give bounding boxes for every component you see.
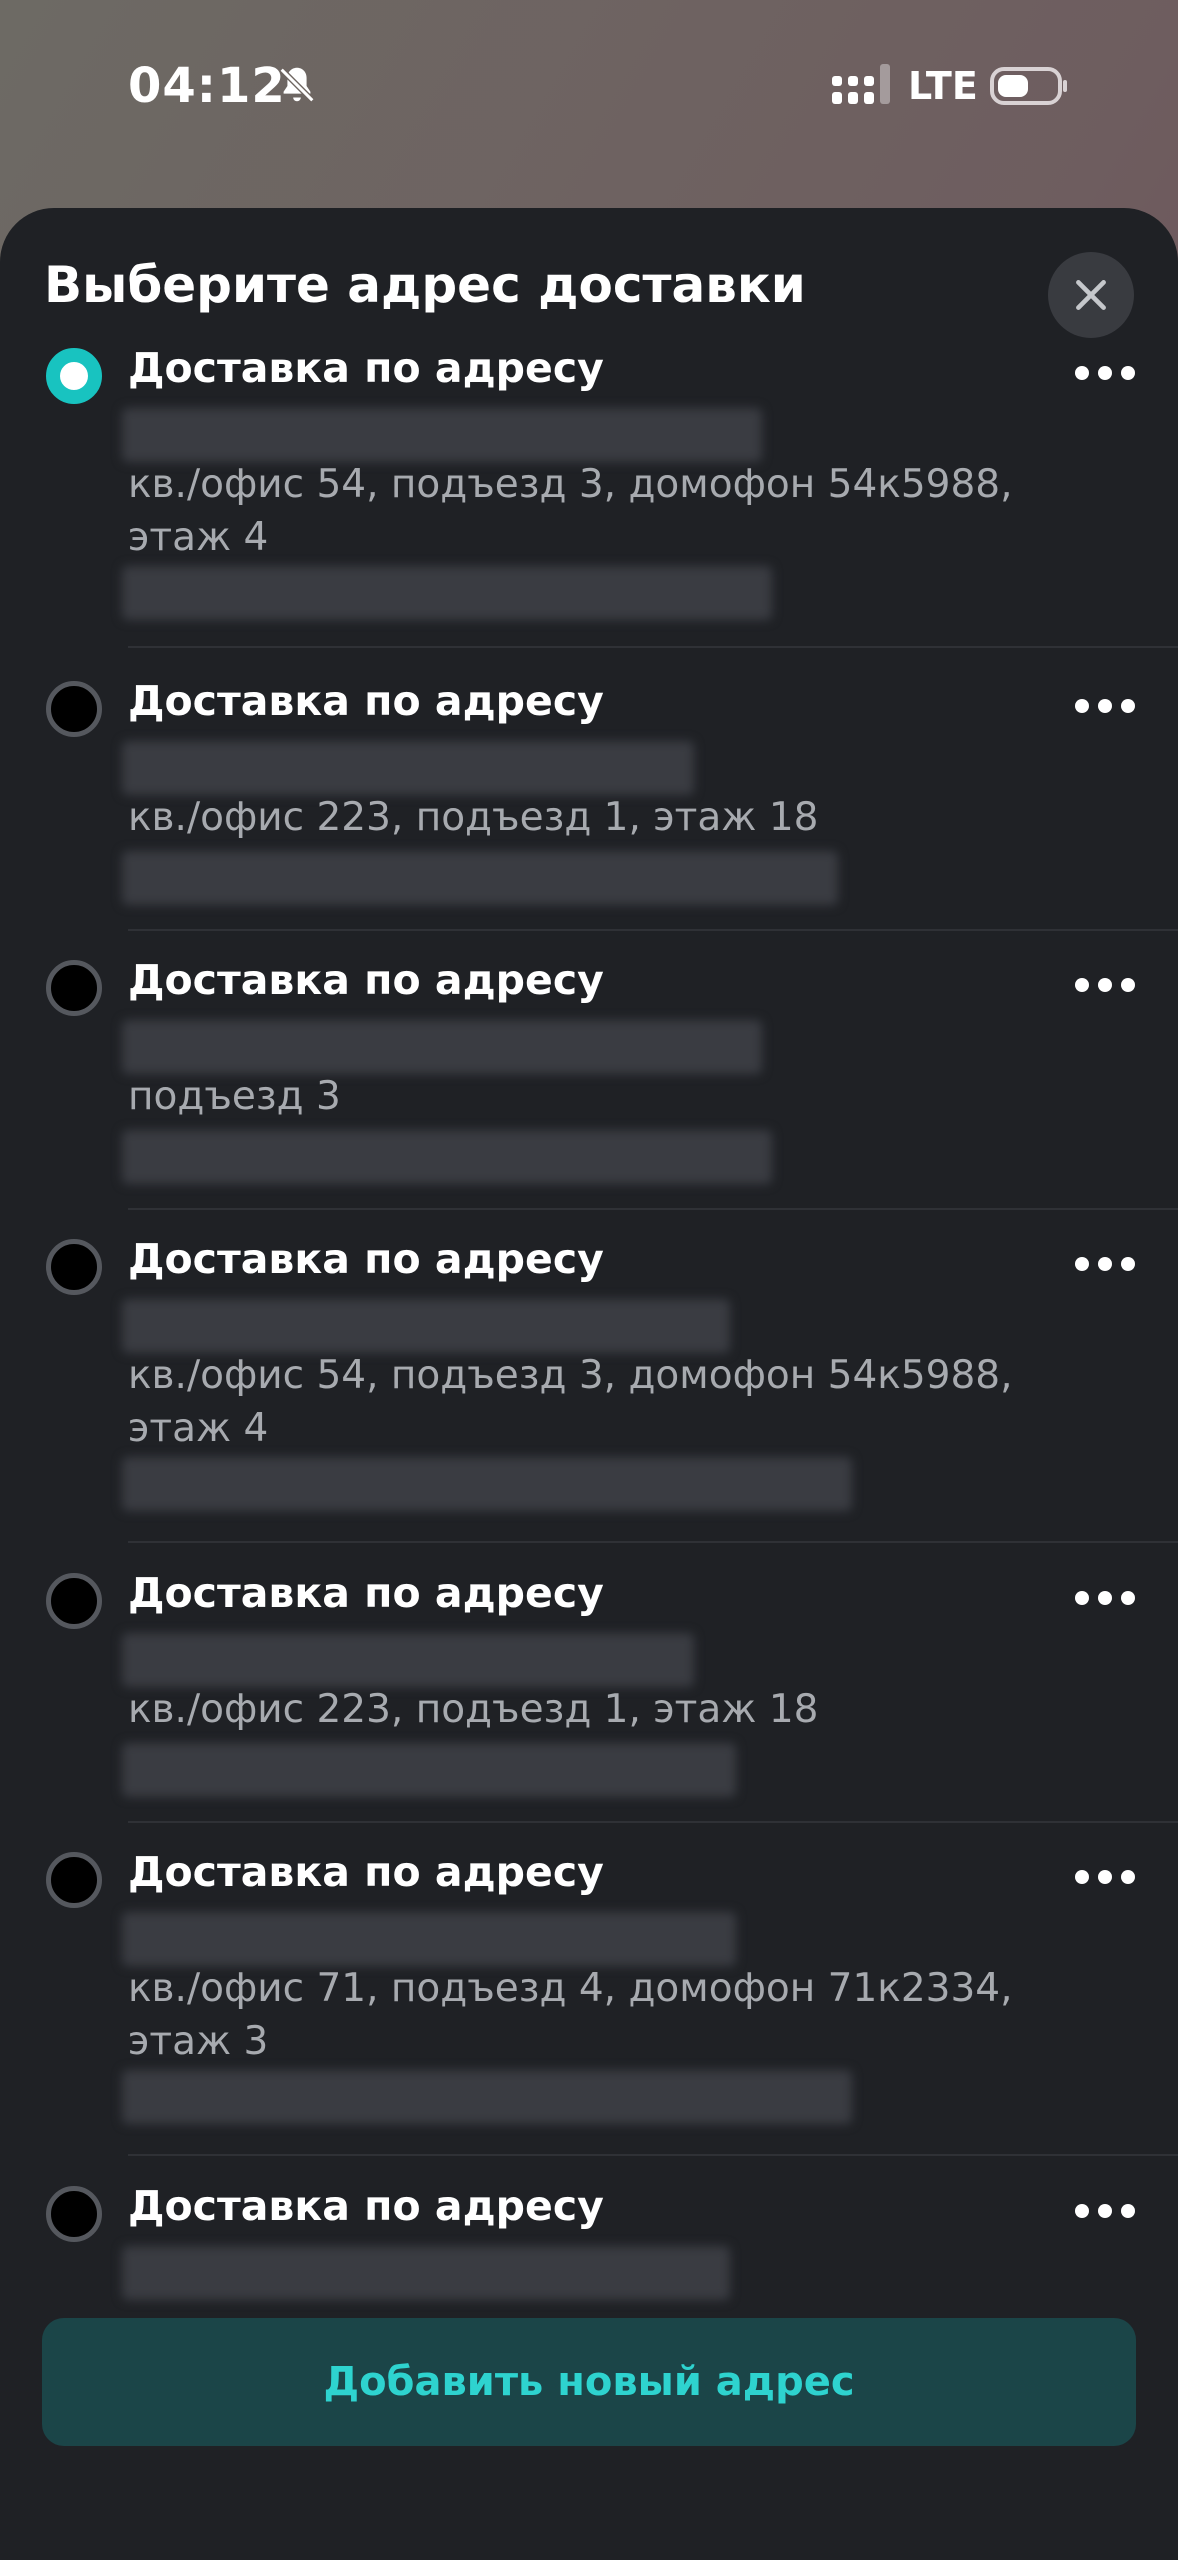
add-address-label: Добавить новый адрес bbox=[323, 2359, 855, 2405]
sheet-title: Выберите адрес доставки bbox=[44, 256, 806, 314]
blurred-street bbox=[122, 2246, 730, 2300]
divider bbox=[128, 1541, 1178, 1543]
more-icon[interactable] bbox=[1072, 691, 1138, 721]
address-details: кв./офис 223, подъезд 1, этаж 18 bbox=[128, 795, 819, 840]
address-title: Доставка по адресу bbox=[128, 1569, 604, 1617]
radio-unselected[interactable] bbox=[46, 960, 102, 1016]
blurred-street bbox=[122, 741, 694, 795]
signal-icon bbox=[832, 64, 890, 104]
clock: 04:12 bbox=[128, 58, 286, 114]
radio-unselected[interactable] bbox=[46, 1573, 102, 1629]
address-title: Доставка по адресу bbox=[128, 956, 604, 1004]
blurred-street bbox=[122, 1020, 762, 1074]
blurred-contact bbox=[122, 1457, 852, 1511]
blurred-street bbox=[122, 408, 762, 462]
bell-muted-icon bbox=[279, 67, 315, 103]
list-item[interactable]: Доставка по адресу кв./офис 54, подъезд … bbox=[0, 338, 1178, 658]
address-details: кв./офис 223, подъезд 1, этаж 18 bbox=[128, 1687, 819, 1732]
address-details: кв./офис 71, подъезд 4, домофон 71к2334,… bbox=[128, 1966, 1013, 2064]
battery-icon bbox=[990, 67, 1067, 105]
blurred-contact bbox=[122, 566, 772, 620]
address-details: кв./офис 54, подъезд 3, домофон 54к5988,… bbox=[128, 1353, 1013, 1451]
radio-unselected[interactable] bbox=[46, 2186, 102, 2242]
network-type: LTE bbox=[908, 64, 978, 108]
address-title: Доставка по адресу bbox=[128, 1848, 604, 1896]
list-item[interactable]: Доставка по адресу кв./офис 54, подъезд … bbox=[0, 1229, 1178, 1563]
blurred-street bbox=[122, 1912, 736, 1966]
close-icon bbox=[1076, 280, 1106, 310]
address-title: Доставка по адресу bbox=[128, 1235, 604, 1283]
more-icon[interactable] bbox=[1072, 970, 1138, 1000]
address-details: подъезд 3 bbox=[128, 1074, 341, 1119]
divider bbox=[128, 1208, 1178, 1210]
address-sheet: Выберите адрес доставки Доставка по адре… bbox=[0, 208, 1178, 2560]
more-icon[interactable] bbox=[1072, 1862, 1138, 1892]
status-bar: 04:12 LTE bbox=[0, 0, 1178, 200]
list-item[interactable]: Доставка по адресу подъезд 3 bbox=[0, 950, 1178, 1230]
divider bbox=[128, 1821, 1178, 1823]
add-address-button[interactable]: Добавить новый адрес bbox=[42, 2318, 1136, 2446]
divider bbox=[128, 2154, 1178, 2156]
more-icon[interactable] bbox=[1072, 1583, 1138, 1613]
more-icon[interactable] bbox=[1072, 2196, 1138, 2226]
close-button[interactable] bbox=[1048, 252, 1134, 338]
address-details: кв./офис 54, подъезд 3, домофон 54к5988,… bbox=[128, 462, 1013, 560]
list-item[interactable]: Доставка по адресу bbox=[0, 2176, 1178, 2336]
list-item[interactable]: Доставка по адресу кв./офис 223, подъезд… bbox=[0, 1563, 1178, 1843]
divider bbox=[128, 929, 1178, 931]
list-item[interactable]: Доставка по адресу кв./офис 71, подъезд … bbox=[0, 1842, 1178, 2176]
blurred-contact bbox=[122, 2070, 852, 2124]
blurred-street bbox=[122, 1633, 694, 1687]
list-item[interactable]: Доставка по адресу кв./офис 223, подъезд… bbox=[0, 671, 1178, 951]
radio-unselected[interactable] bbox=[46, 1239, 102, 1295]
radio-selected[interactable] bbox=[46, 348, 102, 404]
blurred-street bbox=[122, 1299, 730, 1353]
more-icon[interactable] bbox=[1072, 358, 1138, 388]
radio-unselected[interactable] bbox=[46, 681, 102, 737]
blurred-contact bbox=[122, 851, 838, 905]
blurred-contact bbox=[122, 1130, 772, 1184]
address-title: Доставка по адресу bbox=[128, 677, 604, 725]
address-title: Доставка по адресу bbox=[128, 344, 604, 392]
more-icon[interactable] bbox=[1072, 1249, 1138, 1279]
address-title: Доставка по адресу bbox=[128, 2182, 604, 2230]
blurred-contact bbox=[122, 1743, 736, 1797]
radio-unselected[interactable] bbox=[46, 1852, 102, 1908]
divider bbox=[128, 646, 1178, 648]
